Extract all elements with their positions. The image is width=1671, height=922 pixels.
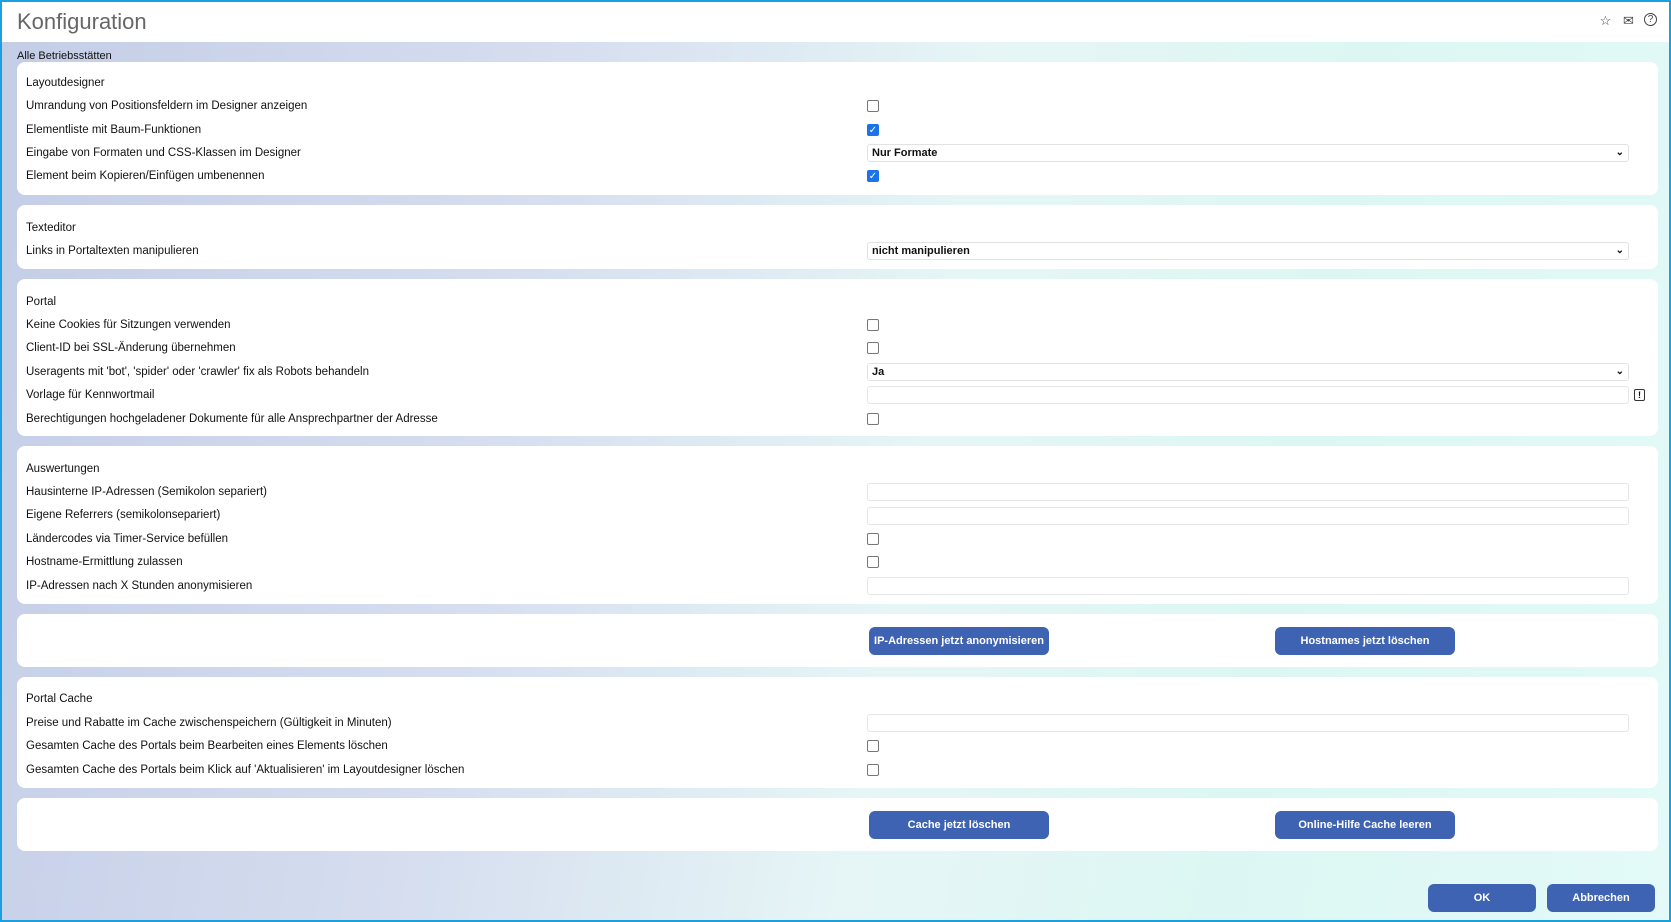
anonymize-ip-button[interactable]: IP-Adressen jetzt anonymisieren [869,627,1049,655]
label: Element beim Kopieren/Einfügen umbenenne… [26,170,265,182]
anonymize-hours-input[interactable] [867,577,1629,595]
scope-label: Alle Betriebsstätten [17,50,112,62]
section-heading: Texteditor [26,222,76,234]
permissions-checkbox[interactable] [867,413,879,425]
panel-layoutdesigner: Layoutdesigner Umrandung von Positionsfe… [17,62,1658,195]
label: Berechtigungen hochgeladener Dokumente f… [26,413,438,425]
ok-button[interactable]: OK [1428,884,1536,912]
label: Gesamten Cache des Portals beim Bearbeit… [26,740,388,752]
chevron-down-icon: ⌄ [1615,245,1624,256]
star-icon[interactable]: ☆ [1598,13,1613,28]
section-heading: Auswertungen [26,463,100,475]
label: Ländercodes via Timer-Service befüllen [26,533,228,545]
warning-icon[interactable]: ! [1634,389,1645,401]
select-value: nicht manipulieren [872,245,970,257]
panel-auswertungen-actions: IP-Adressen jetzt anonymisieren Hostname… [17,614,1658,667]
cache-refresh-checkbox[interactable] [867,764,879,776]
config-window: Konfiguration ☆ ✉ ? Alle Betriebsstätten… [0,0,1671,922]
countrycodes-checkbox[interactable] [867,533,879,545]
label: Useragents mit 'bot', 'spider' oder 'cra… [26,366,370,378]
links-select[interactable]: nicht manipulieren ⌄ [867,242,1629,260]
border-checkbox[interactable] [867,100,879,112]
clear-help-cache-button[interactable]: Online-Hilfe Cache leeren [1275,811,1455,839]
label: Eigene Referrers (semikolonsepariert) [26,509,221,521]
section-heading: Portal [26,296,57,308]
label: Gesamten Cache des Portals beim Klick au… [26,764,465,776]
clientid-checkbox[interactable] [867,342,879,354]
label: Links in Portaltexten manipulieren [26,245,199,257]
title-bar: Konfiguration ☆ ✉ ? [2,2,1669,42]
panel-cache-actions: Cache jetzt löschen Online-Hilfe Cache l… [17,798,1658,851]
hostname-checkbox[interactable] [867,556,879,568]
referrers-input[interactable] [867,507,1629,525]
page-title: Konfiguration [17,9,147,34]
panel-portal-cache: Portal Cache Preise und Rabatte im Cache… [17,677,1658,788]
tree-checkbox[interactable]: ✓ [867,124,879,136]
help-icon[interactable]: ? [1644,13,1657,26]
label: Client-ID bei SSL-Änderung übernehmen [26,342,236,354]
label: Elementliste mit Baum-Funktionen [26,124,202,136]
cookies-checkbox[interactable] [867,319,879,331]
panel-texteditor: Texteditor Links in Portaltexten manipul… [17,205,1658,269]
chevron-down-icon: ⌄ [1615,147,1624,158]
label: Preise und Rabatte im Cache zwischenspei… [26,717,392,729]
label: Eingabe von Formaten und CSS-Klassen im … [26,147,301,159]
label: Vorlage für Kennwortmail [26,389,155,401]
select-value: Nur Formate [872,147,938,159]
label: Hausinterne IP-Adressen (Semikolon separ… [26,486,267,498]
label: Umrandung von Positionsfeldern im Design… [26,100,308,112]
select-value: Ja [872,366,885,378]
label: IP-Adressen nach X Stunden anonymisieren [26,580,253,592]
chevron-down-icon: ⌄ [1615,366,1624,377]
panel-portal: Portal Keine Cookies für Sitzungen verwe… [17,279,1658,436]
mail-icon[interactable]: ✉ [1621,13,1636,28]
robots-select[interactable]: Ja ⌄ [867,363,1629,381]
rename-checkbox[interactable]: ✓ [867,170,879,182]
section-heading: Layoutdesigner [26,77,105,89]
section-heading: Portal Cache [26,693,93,705]
cache-minutes-input[interactable] [867,714,1629,732]
panel-auswertungen: Auswertungen Hausinterne IP-Adressen (Se… [17,446,1658,604]
cancel-button[interactable]: Abbrechen [1547,884,1655,912]
clear-cache-button[interactable]: Cache jetzt löschen [869,811,1049,839]
cache-edit-checkbox[interactable] [867,740,879,752]
internal-ip-input[interactable] [867,483,1629,501]
delete-hostnames-button[interactable]: Hostnames jetzt löschen [1275,627,1455,655]
label: Keine Cookies für Sitzungen verwenden [26,319,231,331]
format-select[interactable]: Nur Formate ⌄ [867,144,1629,162]
password-mail-template-input[interactable] [867,386,1629,404]
label: Hostname-Ermittlung zulassen [26,556,183,568]
